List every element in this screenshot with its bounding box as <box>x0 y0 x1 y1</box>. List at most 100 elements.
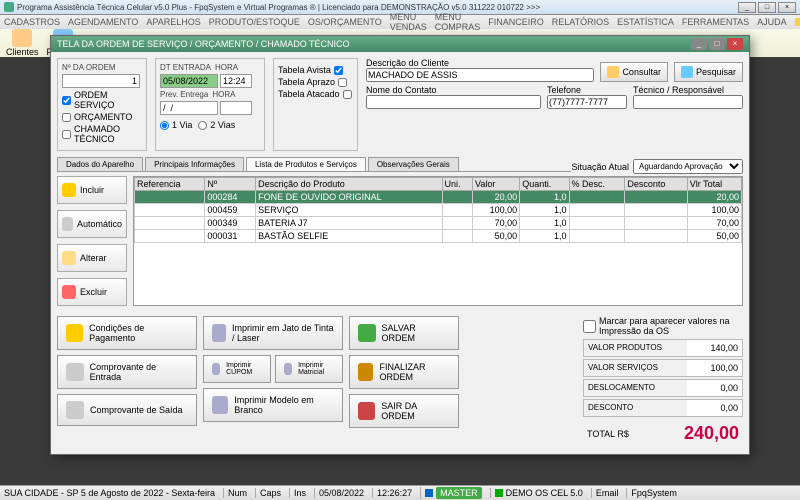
menu-agendamento[interactable]: AGENDAMENTO <box>68 17 138 27</box>
money-icon <box>66 324 83 342</box>
consultar-button[interactable]: Consultar <box>600 62 668 82</box>
imprimir-branco-button[interactable]: Imprimir Modelo em Branco <box>203 388 343 422</box>
status-user: MASTER <box>420 487 482 499</box>
finalizar-ordem-button[interactable]: FINALIZAR ORDEM <box>349 355 459 389</box>
table-row[interactable]: 000349BATERIA J770,001,070,00 <box>135 217 742 230</box>
cond-pagamento-button[interactable]: Condições de Pagamento <box>57 316 197 350</box>
exit-icon <box>358 402 375 420</box>
status-num: Num <box>223 488 247 498</box>
table-row[interactable]: 000284FONE DE OUVIDO ORIGINAL20,001,020,… <box>135 191 742 204</box>
menu-aparelhos[interactable]: APARELHOS <box>146 17 200 27</box>
tab-obs[interactable]: Observações Gerais <box>368 157 459 171</box>
minimize-icon[interactable]: _ <box>738 2 756 13</box>
print-icon <box>66 363 84 381</box>
dt-entrada-input[interactable] <box>160 74 218 88</box>
clients-icon <box>12 29 32 47</box>
check-chamado[interactable]: CHAMADO TÉCNICO <box>62 124 142 144</box>
tabela-group: Tabela Avista Tabela Aprazo Tabela Ataca… <box>273 58 358 151</box>
order-number-label: Nº DA ORDEM <box>62 63 142 72</box>
table-row[interactable]: 000459SERVIÇO100,001,0100,00 <box>135 204 742 217</box>
add-icon <box>62 183 76 197</box>
menu-relatorios[interactable]: RELATÓRIOS <box>552 17 609 27</box>
modal-close-icon[interactable]: × <box>727 38 743 50</box>
order-number-input[interactable] <box>62 74 140 88</box>
tabs: Dados do Aparelho Principais Informações… <box>57 157 571 172</box>
tab-dados[interactable]: Dados do Aparelho <box>57 157 143 171</box>
col-header[interactable]: Nº <box>205 178 256 191</box>
dates-group: DT ENTRADAHORA Prev. EntregaHORA 1 Via 2… <box>155 58 265 151</box>
col-header[interactable]: Referencia <box>135 178 205 191</box>
col-header[interactable]: % Desc. <box>569 178 625 191</box>
hora-input[interactable] <box>220 74 252 88</box>
modal-maximize-icon[interactable]: □ <box>709 38 725 50</box>
col-header[interactable]: Quanti. <box>520 178 569 191</box>
products-table[interactable]: ReferenciaNºDescrição do ProdutoUni.Valo… <box>134 177 742 243</box>
app-title: Programa Assistência Técnica Celular v5.… <box>17 3 738 12</box>
contato-input[interactable] <box>366 95 541 109</box>
menu-ferramentas[interactable]: FERRAMENTAS <box>682 17 749 27</box>
window-buttons: _ □ × <box>738 2 796 13</box>
menu-financeiro[interactable]: FINANCEIRO <box>488 17 544 27</box>
col-header[interactable]: Uni. <box>442 178 472 191</box>
check-print-values[interactable]: Marcar para aparecer valores na Impressã… <box>583 316 743 336</box>
alterar-button[interactable]: Alterar <box>57 244 127 272</box>
maximize-icon[interactable]: □ <box>758 2 776 13</box>
comprovante-entrada-button[interactable]: Comprovante de Entrada <box>57 355 197 389</box>
check-orcamento[interactable]: ORÇAMENTO <box>62 112 142 122</box>
check-avista[interactable]: Tabela Avista <box>278 65 353 75</box>
client-desc-input[interactable] <box>366 68 594 82</box>
app-icon <box>4 2 14 12</box>
status-email[interactable]: Email <box>591 488 619 498</box>
radio-2vias[interactable]: 2 Vias <box>198 120 235 130</box>
automatico-button[interactable]: Automático <box>57 210 127 238</box>
service-order-modal: TELA DA ORDEM DE SERVIÇO / ORÇAMENTO / C… <box>50 35 750 455</box>
user-icon <box>425 489 433 497</box>
telefone-input[interactable] <box>547 95 627 109</box>
menu-cadastros[interactable]: CADASTROS <box>4 17 60 27</box>
check-atacado[interactable]: Tabela Atacado <box>278 89 353 99</box>
imprimir-jato-button[interactable]: Imprimir em Jato de Tinta / Laser <box>203 316 343 350</box>
modal-minimize-icon[interactable]: _ <box>691 38 707 50</box>
menu-produto[interactable]: PRODUTO/ESTOQUE <box>209 17 300 27</box>
status-date: 05/08/2022 <box>314 488 364 498</box>
col-header[interactable]: Vlr Total <box>687 178 741 191</box>
col-header[interactable]: Valor <box>473 178 520 191</box>
imprimir-matricial-button[interactable]: Imprimir Matricial <box>275 355 343 383</box>
toolbar-clientes[interactable]: Clientes <box>6 29 39 57</box>
tab-info[interactable]: Principais Informações <box>145 157 244 171</box>
status-location: SUA CIDADE - SP 5 de Agosto de 2022 - Se… <box>4 488 215 498</box>
menu-os[interactable]: OS/ORÇAMENTO <box>308 17 382 27</box>
statusbar: SUA CIDADE - SP 5 de Agosto de 2022 - Se… <box>0 485 800 500</box>
menu-vendas[interactable]: MENU VENDAS <box>390 12 427 32</box>
check-os[interactable]: ORDEM SERVIÇO <box>62 90 142 110</box>
sair-ordem-button[interactable]: SAIR DA ORDEM <box>349 394 459 428</box>
tecnico-input[interactable] <box>633 95 743 109</box>
modal-title-text: TELA DA ORDEM DE SERVIÇO / ORÇAMENTO / C… <box>57 39 350 49</box>
radio-1via[interactable]: 1 Via <box>160 120 192 130</box>
col-header[interactable]: Descrição do Produto <box>256 178 442 191</box>
menu-email[interactable]: E-MAIL <box>795 12 800 32</box>
excluir-button[interactable]: Excluir <box>57 278 127 306</box>
close-icon[interactable]: × <box>778 2 796 13</box>
valor-produtos: 140,00 <box>687 340 742 356</box>
menu-compras[interactable]: MENU COMPRAS <box>435 12 481 32</box>
imprimir-cupom-button[interactable]: Imprimir CUPOM <box>203 355 271 383</box>
prev-hora-input[interactable] <box>220 101 252 115</box>
prev-entrega-input[interactable] <box>160 101 218 115</box>
menu-estatistica[interactable]: ESTATÍSTICA <box>617 17 674 27</box>
comprovante-saida-button[interactable]: Comprovante de Saída <box>57 394 197 426</box>
delete-icon <box>62 285 76 299</box>
menu-ajuda[interactable]: AJUDA <box>757 17 787 27</box>
situacao-select[interactable]: Aguardando Aprovação <box>633 159 743 174</box>
salvar-ordem-button[interactable]: SALVAR ORDEM <box>349 316 459 350</box>
col-header[interactable]: Desconto <box>625 178 687 191</box>
check-aprazo[interactable]: Tabela Aprazo <box>278 77 353 87</box>
table-row[interactable]: 000031BASTÃO SELFIE50,001,050,00 <box>135 230 742 243</box>
incluir-button[interactable]: Incluir <box>57 176 127 204</box>
pesquisar-button[interactable]: Pesquisar <box>674 62 743 82</box>
status-ins: Ins <box>289 488 306 498</box>
barcode-icon <box>62 217 73 231</box>
tab-produtos[interactable]: Lista de Produtos e Serviços <box>246 157 366 171</box>
status-fpq[interactable]: FpqSystem <box>626 488 677 498</box>
order-number-group: Nº DA ORDEM ORDEM SERVIÇO ORÇAMENTO CHAM… <box>57 58 147 151</box>
